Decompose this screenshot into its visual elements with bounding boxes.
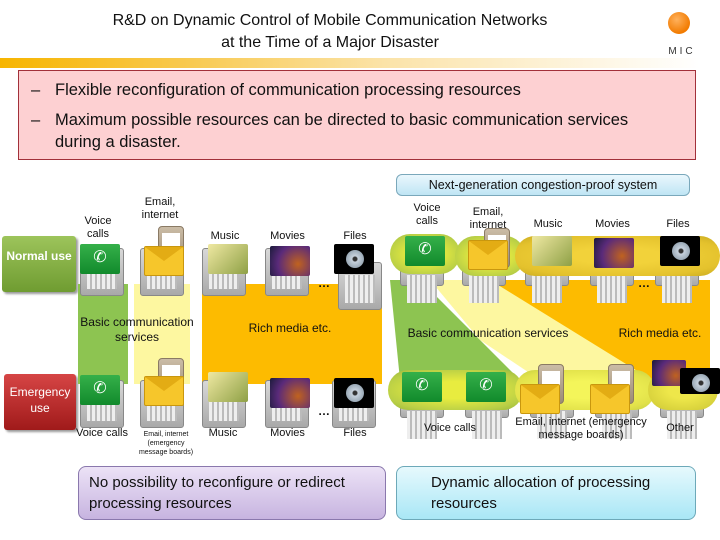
- envelope-icon: [144, 246, 184, 276]
- movies-label: Movies: [270, 427, 305, 439]
- envelope-icon: [520, 384, 560, 414]
- title-underline-bar: [0, 58, 700, 68]
- ellipsis: …: [638, 276, 650, 290]
- logo-text: MIC: [668, 46, 696, 57]
- summary-bullet: – Flexible reconfiguration of communicati…: [31, 81, 521, 99]
- disc-icon: [680, 368, 720, 394]
- other-label: Other: [666, 422, 694, 434]
- title-line-1: R&D on Dynamic Control of Mobile Communi…: [112, 12, 548, 29]
- envelope-icon: [468, 240, 508, 270]
- voice-calls-label: Voice calls: [84, 215, 112, 240]
- current-system-conclusion: No possibility to reconfigure or redirec…: [78, 466, 386, 520]
- phone-call-icon: ✆: [466, 372, 506, 402]
- music-icon: [208, 244, 248, 274]
- phone-call-icon: ✆: [402, 372, 442, 402]
- voice-calls-label: Voice calls: [424, 422, 476, 434]
- files-label: Files: [343, 230, 367, 242]
- disc-icon: [660, 236, 700, 266]
- page-title: R&D on Dynamic Control of Mobile Communi…: [60, 10, 600, 54]
- summary-box: – Flexible reconfiguration of communicati…: [18, 70, 696, 160]
- movie-icon: [270, 378, 310, 408]
- movies-label: Movies: [270, 230, 305, 242]
- email-internet-label: Email, internet: [141, 196, 179, 221]
- basic-services-label: Basic communication services: [407, 326, 569, 340]
- rich-media-label: Rich media etc.: [248, 321, 332, 335]
- ellipsis: …: [318, 276, 330, 290]
- emergency-use-label: Emergency use: [4, 374, 76, 430]
- music-label: Music: [533, 218, 563, 230]
- ellipsis: …: [318, 404, 330, 418]
- mic-logo: MIC: [660, 10, 704, 60]
- files-label: Files: [666, 218, 690, 230]
- rich-media-label: Rich media etc.: [618, 326, 702, 340]
- email-emergency-label: Email, internet (emergency message board…: [515, 416, 647, 441]
- music-icon: [532, 236, 572, 266]
- music-icon: [208, 372, 248, 402]
- voice-calls-label: Voice calls: [76, 427, 128, 439]
- movies-label: Movies: [595, 218, 630, 230]
- summary-bullet: – Maximum possible resources can be direc…: [31, 111, 629, 151]
- voice-calls-label: Voice calls: [413, 202, 441, 227]
- next-gen-conclusion: Dynamic allocation of processing resourc…: [396, 466, 696, 520]
- phone-call-icon: ✆: [405, 236, 445, 266]
- music-label: Music: [208, 427, 238, 439]
- phone-call-icon: ✆: [80, 244, 120, 274]
- basic-services-label: Basic communication services: [80, 315, 194, 344]
- phone-call-icon: ✆: [80, 375, 120, 405]
- movie-icon: [594, 238, 634, 268]
- logo-ball-icon: [668, 12, 690, 34]
- disc-icon: [334, 378, 374, 408]
- normal-use-label: Normal use: [2, 236, 76, 292]
- envelope-icon: [590, 384, 630, 414]
- envelope-icon: [144, 376, 184, 406]
- disc-icon: [334, 244, 374, 274]
- title-line-2: at the Time of a Major Disaster: [221, 34, 439, 51]
- files-label: Files: [343, 427, 367, 439]
- movie-icon: [270, 246, 310, 276]
- music-label: Music: [210, 230, 240, 242]
- next-gen-system-title: Next-generation congestion-proof system: [396, 174, 690, 196]
- email-emergency-label: Email, internet (emergency message board…: [138, 431, 194, 456]
